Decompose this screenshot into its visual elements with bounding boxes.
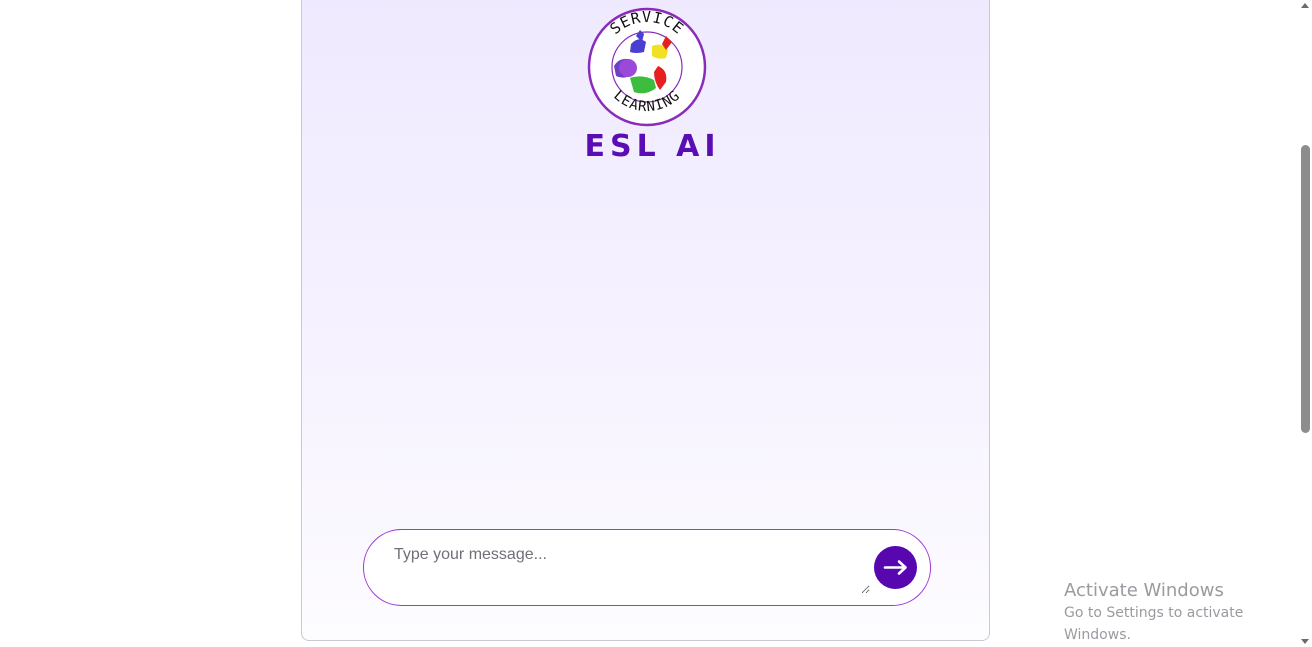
message-input[interactable] <box>384 540 870 594</box>
service-learning-logo: SERVICE LEARNING <box>586 6 708 128</box>
message-composer <box>363 529 931 606</box>
chat-panel: SERVICE LEARNING ESL AI <box>301 0 990 641</box>
activate-windows-watermark: Activate Windows Go to Settings to activ… <box>1064 580 1312 646</box>
watermark-subtitle: Go to Settings to activate Windows. <box>1064 605 1244 643</box>
app-title: ESL AI <box>584 129 721 164</box>
send-button[interactable] <box>874 546 917 589</box>
watermark-title: Activate Windows <box>1064 580 1224 601</box>
page-scrollbar[interactable] <box>1298 0 1312 647</box>
scroll-up-icon[interactable] <box>1301 3 1309 8</box>
arrow-right-icon <box>883 560 907 575</box>
scrollbar-thumb[interactable] <box>1301 145 1310 433</box>
